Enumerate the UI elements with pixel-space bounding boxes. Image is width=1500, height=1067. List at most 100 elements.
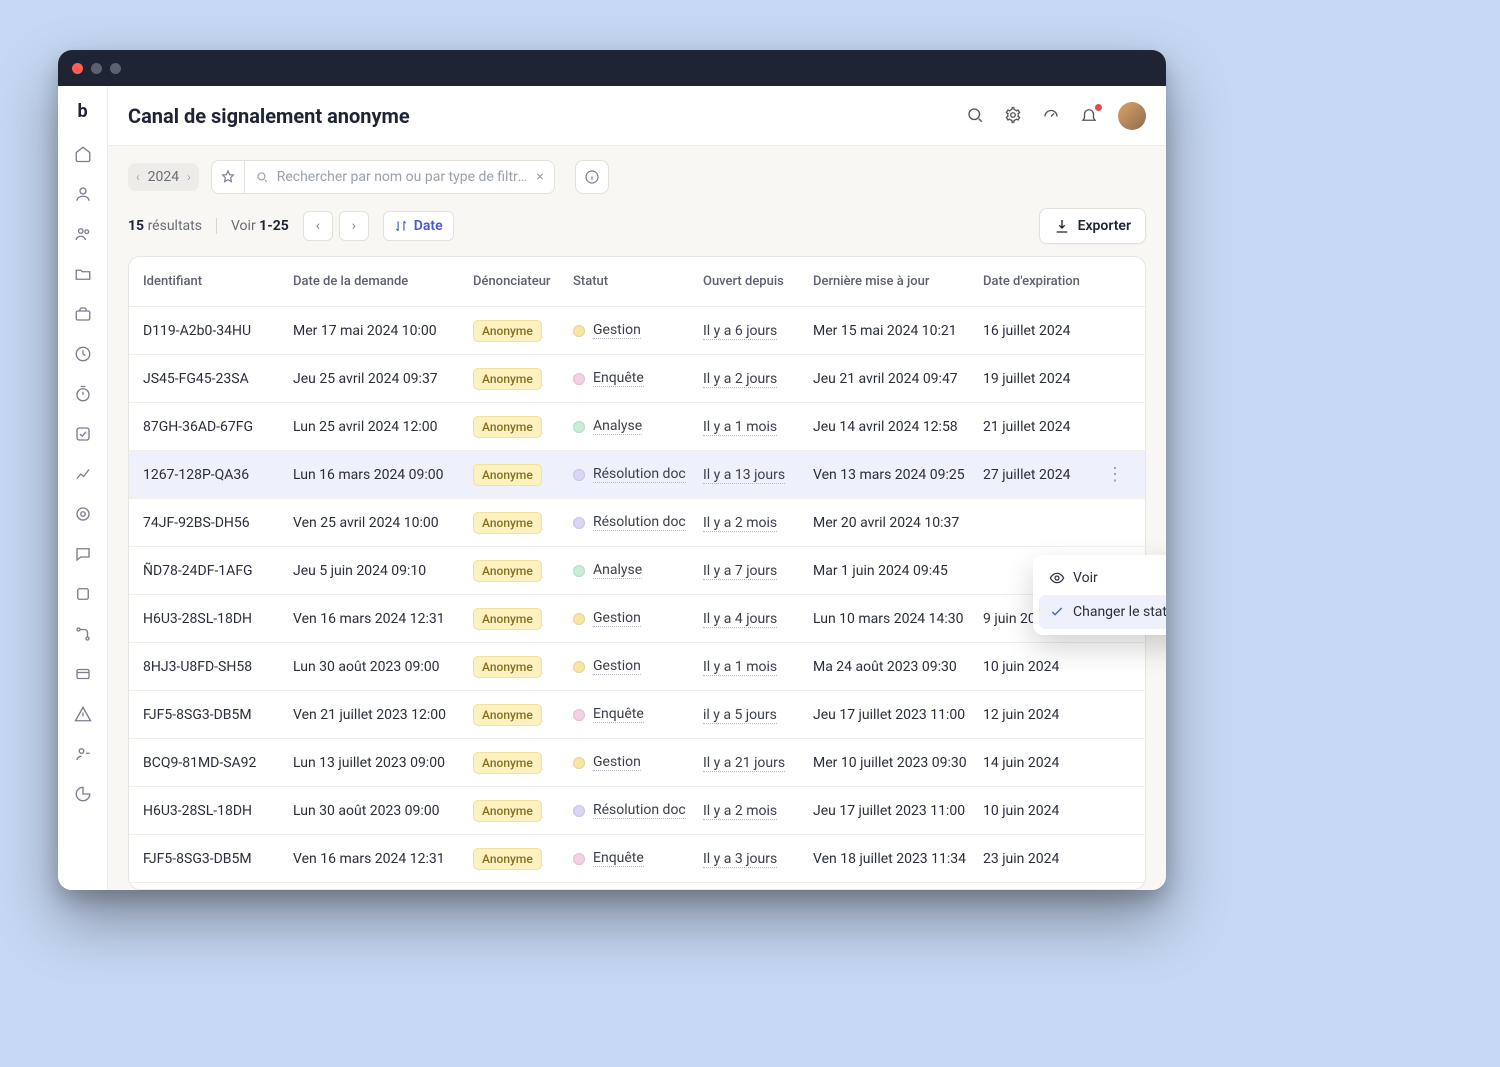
cell-expiry: 23 juin 2024	[983, 851, 1103, 867]
cell-expiry: 14 juin 2024	[983, 755, 1103, 771]
search-placeholder: Rechercher par nom ou par type de filtre…	[277, 169, 529, 185]
star-button[interactable]	[211, 160, 245, 194]
info-button[interactable]	[575, 160, 609, 194]
chevron-right-icon[interactable]: ›	[187, 170, 191, 184]
table-row[interactable]: BCQ9-81MD-SA92Lun 13 juillet 2023 09:00A…	[129, 739, 1145, 787]
cell-status: Gestion	[573, 610, 703, 627]
target-icon[interactable]	[73, 504, 93, 524]
export-button[interactable]: Exporter	[1039, 208, 1146, 244]
cell-status: Analyse	[573, 418, 703, 435]
search-input[interactable]: Rechercher par nom ou par type de filtre…	[245, 160, 555, 194]
year-label: 2024	[148, 169, 179, 185]
menu-change-status-label: Changer le statut	[1073, 604, 1166, 620]
cell-id: 1267-128P-QA36	[143, 467, 293, 483]
chart-icon[interactable]	[73, 464, 93, 484]
table-row[interactable]: ÑD78-24DF-1AFGJeu 5 juin 2024 09:10Anony…	[129, 547, 1145, 595]
cell-id: 74JF-92BS-DH56	[143, 515, 293, 531]
table-row[interactable]: D119-A2b0-34HUMer 17 mai 2024 10:00Anony…	[129, 307, 1145, 355]
cell-id: D119-A2b0-34HU	[143, 323, 293, 339]
flow-icon[interactable]	[73, 624, 93, 644]
cell-id: FJF5-8SG3-DB5M	[143, 851, 293, 867]
col-id[interactable]: Identifiant	[143, 274, 293, 289]
cell-date: Lun 25 avril 2024 12:00	[293, 419, 473, 435]
cell-update: Ven 13 mars 2024 09:25	[813, 467, 983, 483]
table-row[interactable]: FJF5-8SG3-DB5MVen 16 mars 2024 12:31Anon…	[129, 835, 1145, 883]
table-row[interactable]: 87GH-36AD-67FGLun 25 avril 2024 12:00Ano…	[129, 403, 1145, 451]
col-expiry[interactable]: Date d'expiration	[983, 274, 1103, 289]
col-update[interactable]: Dernière mise à jour	[813, 274, 983, 289]
row-menu-button[interactable]: ⋮	[1103, 464, 1127, 485]
sort-button[interactable]: Date	[383, 211, 454, 241]
cell-status: Enquête	[573, 706, 703, 723]
table-row[interactable]: 8HJ3-U8FD-SH58Lun 30 août 2023 09:00Anon…	[129, 643, 1145, 691]
cell-open: Il y a 4 jours	[703, 611, 813, 627]
col-date[interactable]: Date de la demande	[293, 274, 473, 289]
col-reporter[interactable]: Dénonciateur	[473, 274, 573, 289]
table-row[interactable]: H6U3-28SL-18DHVen 16 mars 2024 12:31Anon…	[129, 595, 1145, 643]
cell-reporter: Anonyme	[473, 560, 573, 582]
users-icon[interactable]	[73, 224, 93, 244]
col-status[interactable]: Statut	[573, 274, 703, 289]
avatar[interactable]	[1118, 102, 1146, 130]
cell-id: ÑD78-24DF-1AFG	[143, 563, 293, 579]
cell-update: Jeu 21 avril 2024 09:47	[813, 371, 983, 387]
cell-reporter: Anonyme	[473, 368, 573, 390]
clear-icon[interactable]: ×	[536, 169, 543, 185]
user-minus-icon[interactable]	[73, 744, 93, 764]
window-titlebar	[58, 50, 1166, 86]
cell-expiry: 27 juillet 2024	[983, 467, 1103, 483]
table-row[interactable]: JS45-FG45-23SAJeu 25 avril 2024 09:37Ano…	[129, 355, 1145, 403]
cell-open: Il y a 2 mois	[703, 803, 813, 819]
speed-icon[interactable]	[1042, 106, 1062, 126]
alert-icon[interactable]	[73, 704, 93, 724]
cell-status: Résolution doc	[573, 514, 703, 531]
cell-open: Il y a 3 jours	[703, 851, 813, 867]
cell-reporter: Anonyme	[473, 608, 573, 630]
check-square-icon[interactable]	[73, 424, 93, 444]
close-dot[interactable]	[72, 63, 83, 74]
cell-reporter: Anonyme	[473, 800, 573, 822]
clock-icon[interactable]	[73, 344, 93, 364]
prev-page-button[interactable]: ‹	[303, 211, 333, 241]
cell-date: Jeu 5 juin 2024 09:10	[293, 563, 473, 579]
briefcase-icon[interactable]	[73, 304, 93, 324]
cell-id: 8HJ3-U8FD-SH58	[143, 659, 293, 675]
chat-icon[interactable]	[73, 544, 93, 564]
search-icon[interactable]	[966, 106, 986, 126]
cell-expiry: 19 juillet 2024	[983, 371, 1103, 387]
bell-icon[interactable]	[1080, 106, 1100, 126]
settings-icon[interactable]	[1004, 106, 1024, 126]
view-label: Voir	[231, 218, 256, 234]
table: Identifiant Date de la demande Dénonciat…	[128, 256, 1146, 890]
max-dot[interactable]	[110, 63, 121, 74]
table-row[interactable]: FJF5-8SG3-DB5MVen 21 juillet 2023 12:00A…	[129, 691, 1145, 739]
table-row[interactable]: 74JF-92BS-DH56Ven 25 avril 2024 10:00Ano…	[129, 499, 1145, 547]
year-selector[interactable]: ‹ 2024 ›	[128, 163, 199, 191]
cell-update: Jeu 14 avril 2024 12:58	[813, 419, 983, 435]
cell-update: Ven 18 juillet 2023 11:34	[813, 851, 983, 867]
results-label: résultats	[148, 218, 202, 234]
cell-reporter: Anonyme	[473, 416, 573, 438]
user-icon[interactable]	[73, 184, 93, 204]
menu-view[interactable]: Voir	[1039, 561, 1166, 595]
app-logo[interactable]: b	[70, 98, 96, 124]
card-icon[interactable]	[73, 664, 93, 684]
table-row[interactable]: 1267-128P-QA36Lun 16 mars 2024 09:00Anon…	[129, 451, 1145, 499]
menu-change-status[interactable]: Changer le statut	[1039, 595, 1166, 629]
cell-id: FJF5-8SG3-DB5M	[143, 707, 293, 723]
box-icon[interactable]	[73, 584, 93, 604]
cell-status: Gestion	[573, 754, 703, 771]
chevron-left-icon[interactable]: ‹	[136, 170, 140, 184]
cell-id: H6U3-28SL-18DH	[143, 803, 293, 819]
next-page-button[interactable]: ›	[339, 211, 369, 241]
timer-icon[interactable]	[73, 384, 93, 404]
pie-icon[interactable]	[73, 784, 93, 804]
min-dot[interactable]	[91, 63, 102, 74]
page-title: Canal de signalement anonyme	[128, 104, 410, 128]
col-open[interactable]: Ouvert depuis	[703, 274, 813, 289]
table-row[interactable]: H6U3-28SL-18DHLun 30 août 2023 09:00Anon…	[129, 787, 1145, 835]
folder-icon[interactable]	[73, 264, 93, 284]
cell-reporter: Anonyme	[473, 464, 573, 486]
cell-date: Ven 25 avril 2024 10:00	[293, 515, 473, 531]
home-icon[interactable]	[73, 144, 93, 164]
